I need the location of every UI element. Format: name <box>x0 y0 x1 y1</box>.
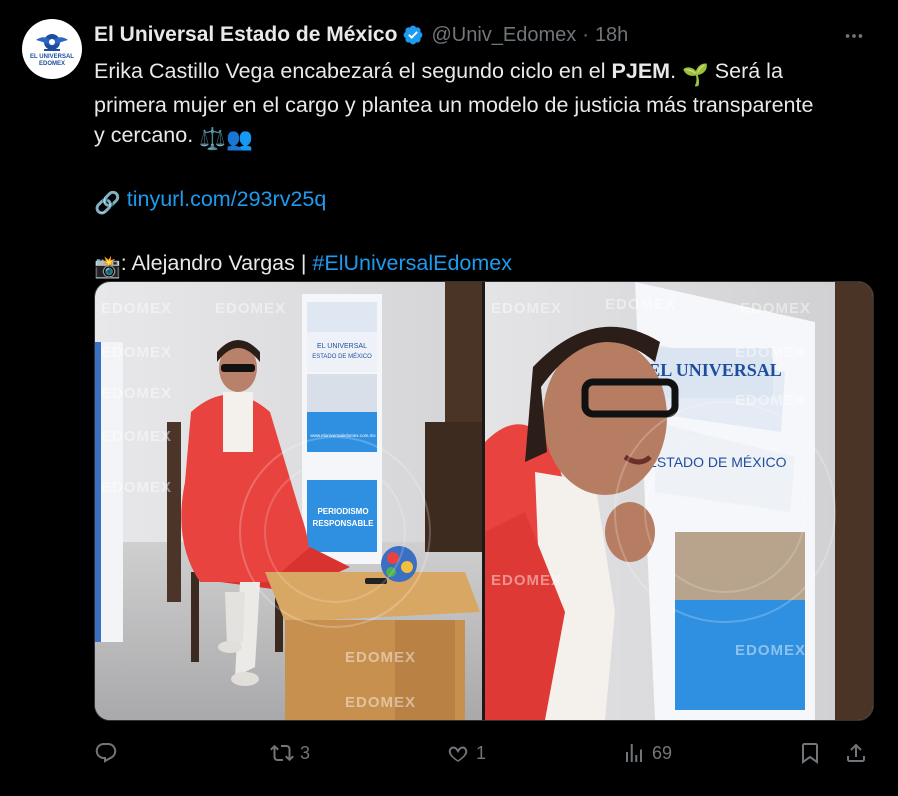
link-line: 🔗 tinyurl.com/293rv25q <box>94 184 884 218</box>
views-count: 69 <box>652 742 673 763</box>
photo-right-image: EL UNIVERSAL ESTADO DE MÉXICO <box>485 282 873 720</box>
watermark: EDOMEX <box>101 344 173 361</box>
camera-emoji: 📸 <box>94 255 121 279</box>
media-grid: EL UNIVERSAL ESTADO DE MÉXICO PERIODISMO… <box>94 281 874 721</box>
credit-line: 📸: Alejandro Vargas | #ElUniversalEdomex <box>94 248 884 282</box>
like-count: 1 <box>476 742 487 763</box>
avatar-logo-text-1: EL UNIVERSAL <box>30 54 74 60</box>
tweet-text: Erika Castillo Vega encabezará el segund… <box>94 56 884 282</box>
watermark: EDOMEX <box>345 649 417 666</box>
eagle-logo-icon <box>36 34 68 51</box>
timestamp[interactable]: 18h <box>595 24 628 47</box>
avatar[interactable]: EL UNIVERSAL EDOMEX <box>22 19 82 79</box>
watermark: EDOMEX <box>345 694 417 711</box>
photo-credit: : Alejandro Vargas | <box>120 251 313 275</box>
newspaper-subtitle: ESTADO DE MÉXICO <box>312 353 372 360</box>
watermark: EDOMEX <box>740 300 812 317</box>
tweet-text-part: Será la <box>708 59 783 83</box>
retweet-button[interactable]: 3 <box>270 736 310 770</box>
scale-people-emoji: ⚖️👥 <box>199 127 253 151</box>
avatar-logo-text-2: EDOMEX <box>38 61 65 67</box>
watermark: EDOMEX <box>215 300 287 317</box>
banner-text-2: RESPONSABLE <box>313 519 375 528</box>
retweet-count: 3 <box>300 742 311 763</box>
watermark: EDOMEX <box>101 428 173 445</box>
reply-icon <box>95 743 117 763</box>
newspaper-title-right: EL UNIVERSAL <box>648 360 782 380</box>
tweet[interactable]: EL UNIVERSAL EDOMEX El Universal Estado … <box>0 0 898 796</box>
watermark: EDOMEX <box>735 642 807 659</box>
share-icon <box>847 743 865 762</box>
photo-left[interactable]: EL UNIVERSAL ESTADO DE MÉXICO PERIODISMO… <box>95 282 482 720</box>
bookmark-button[interactable] <box>798 736 822 770</box>
tweet-link[interactable]: tinyurl.com/293rv25q <box>127 187 327 211</box>
photo-right[interactable]: EL UNIVERSAL ESTADO DE MÉXICO EDOMEX EDO… <box>485 282 873 720</box>
tweet-line-3: y cercano. ⚖️👥 <box>94 120 884 154</box>
more-options-button[interactable] <box>840 22 868 50</box>
verified-badge-icon <box>404 25 423 45</box>
tweet-text-part: y cercano. <box>94 123 200 147</box>
watermark: EDOMEX <box>491 572 563 589</box>
views-button[interactable]: 69 <box>622 736 672 770</box>
views-bar-chart-icon <box>626 744 642 762</box>
watermark: EDOMEX <box>101 300 173 317</box>
watermark: EDOMEX <box>491 300 563 317</box>
reply-button[interactable] <box>94 736 124 770</box>
watermark: EDOMEX <box>101 385 173 402</box>
account-handle[interactable]: @Univ_Edomex <box>431 24 576 47</box>
tweet-text-part: . <box>670 59 683 83</box>
newspaper-title: EL UNIVERSAL <box>317 343 367 350</box>
like-button[interactable]: 1 <box>446 736 486 770</box>
share-button[interactable] <box>844 736 868 770</box>
account-name[interactable]: El Universal Estado de México <box>94 23 397 47</box>
tweet-line-1: Erika Castillo Vega encabezará el segund… <box>94 56 884 90</box>
tweet-bold-pjem: PJEM <box>611 59 671 83</box>
more-dots-icon <box>845 34 863 38</box>
seedling-emoji: 🌱 <box>682 63 709 87</box>
heart-icon <box>448 746 468 762</box>
watermark: EDOMEX <box>605 296 677 313</box>
watermark: EDOMEX <box>101 479 173 496</box>
bookmark-icon <box>802 743 818 764</box>
hashtag-link[interactable]: #ElUniversalEdomex <box>312 251 512 275</box>
retweet-icon <box>270 744 294 762</box>
watermark: EDOMEX <box>735 344 807 361</box>
watermark: EDOMEX <box>735 392 807 409</box>
tweet-line-2: primera mujer en el cargo y plantea un m… <box>94 93 814 117</box>
tweet-text-part: Erika Castillo Vega encabezará el segund… <box>94 59 612 83</box>
banner-text-1: PERIODISMO <box>317 507 368 516</box>
tweet-actions: 3 1 69 <box>94 736 872 770</box>
tweet-header: El Universal Estado de México @Univ_Edom… <box>94 22 868 48</box>
separator-dot: · <box>582 23 589 46</box>
link-icon: 🔗 <box>94 191 121 215</box>
